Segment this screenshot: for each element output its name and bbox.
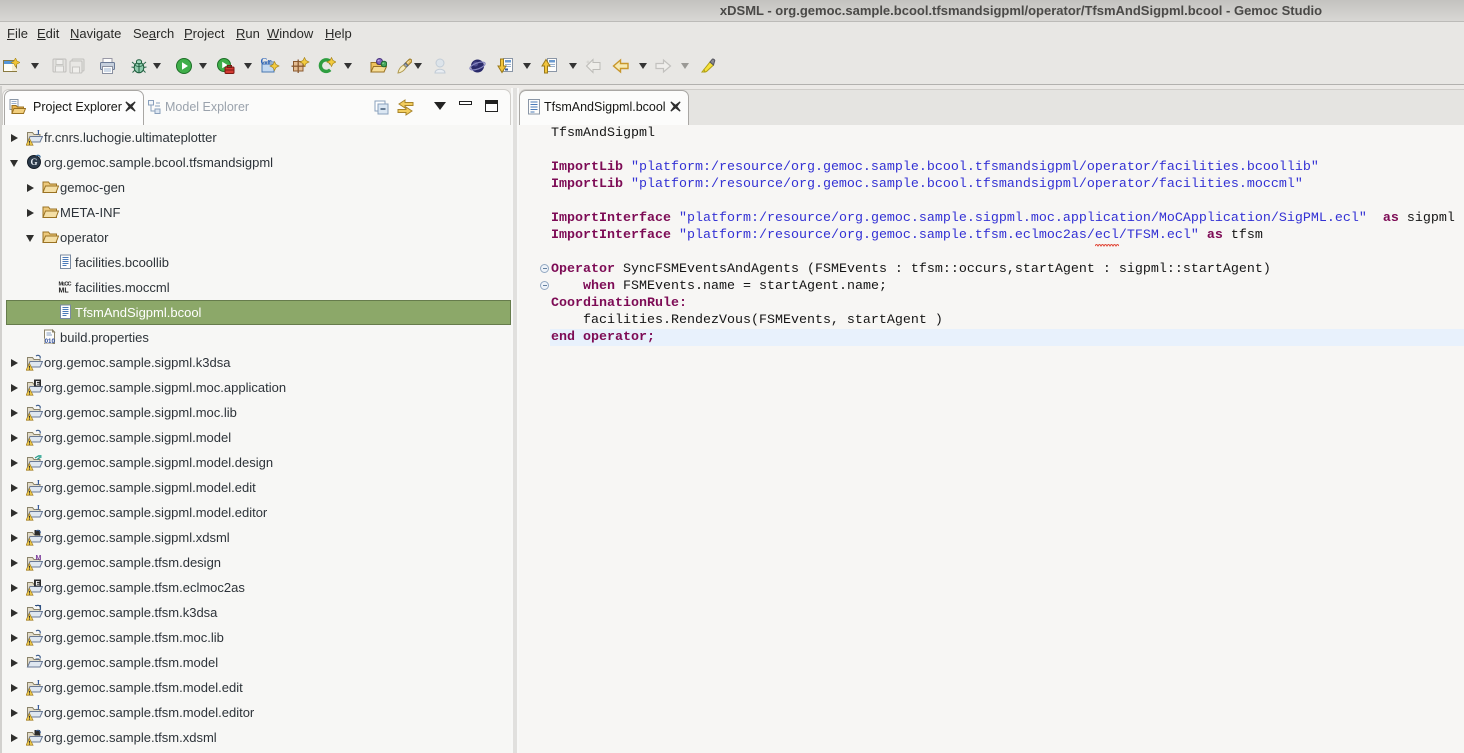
- svg-text:J: J: [36, 504, 40, 512]
- svg-text:ML: ML: [59, 288, 70, 295]
- svg-text:J: J: [36, 129, 40, 137]
- svg-text:J: J: [36, 679, 40, 687]
- svg-text:J: J: [36, 704, 40, 712]
- svg-text:J: J: [36, 479, 40, 487]
- svg-text:E: E: [36, 381, 41, 388]
- svg-text:G: G: [31, 157, 38, 167]
- svg-text:E: E: [36, 581, 41, 588]
- svg-text:010: 010: [45, 338, 56, 345]
- svg-text:M: M: [36, 555, 42, 562]
